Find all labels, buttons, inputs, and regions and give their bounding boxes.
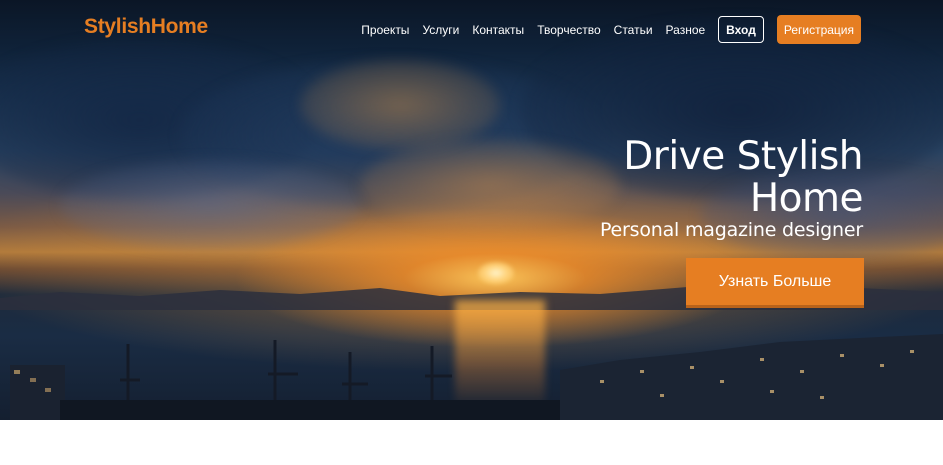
brand-logo[interactable]: StylishHome — [84, 15, 208, 39]
nav-item-contacts[interactable]: Контакты — [472, 23, 524, 37]
hero-title-line2: Home — [749, 176, 864, 221]
page: StylishHome Проекты Услуги Контакты Твор… — [0, 0, 943, 465]
section-divider-curve — [0, 420, 943, 465]
nav-item-articles[interactable]: Статьи — [614, 23, 653, 37]
sun — [478, 262, 514, 284]
nav-item-misc[interactable]: Разное — [666, 23, 706, 37]
nav-item-services[interactable]: Услуги — [422, 23, 459, 37]
learn-more-button[interactable]: Узнать Больше — [686, 258, 864, 308]
cloud — [360, 140, 620, 230]
register-button[interactable]: Регистрация — [776, 15, 861, 44]
cloud — [300, 60, 500, 150]
hero-subtitle: Personal magazine designer — [599, 219, 863, 241]
main-nav: Проекты Услуги Контакты Творчество Стать… — [361, 15, 861, 44]
hero-text-block: Drive Stylish Home Personal magazine des… — [599, 136, 864, 241]
nav-item-projects[interactable]: Проекты — [361, 23, 409, 37]
hero-title-line1: Drive Stylish — [623, 134, 863, 179]
login-button[interactable]: Вход — [718, 16, 764, 43]
hero-title: Drive Stylish Home — [600, 136, 863, 220]
cloud — [60, 160, 360, 250]
nav-item-creativity[interactable]: Творчество — [537, 23, 600, 37]
